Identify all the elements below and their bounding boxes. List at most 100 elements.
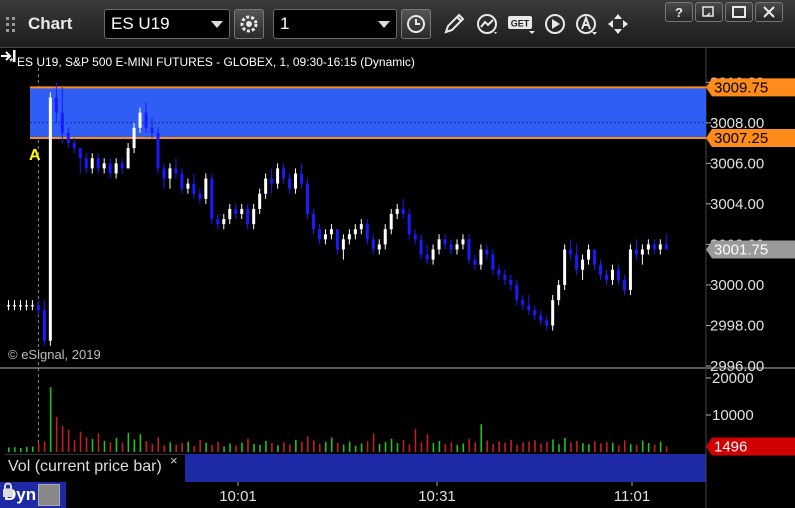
zone-high-tag: 3009.75 bbox=[706, 78, 795, 97]
candle-body bbox=[7, 305, 10, 307]
candle-body bbox=[610, 269, 614, 280]
candle-body bbox=[72, 143, 76, 149]
candle-body bbox=[246, 208, 250, 225]
candle-body bbox=[557, 284, 561, 301]
candle bbox=[449, 239, 453, 255]
candle bbox=[634, 239, 638, 260]
volume-bar bbox=[19, 447, 22, 452]
candle bbox=[593, 249, 597, 270]
volume-bar bbox=[486, 440, 488, 452]
candle-body bbox=[491, 254, 495, 270]
studies-button[interactable] bbox=[473, 10, 501, 38]
zone-layer: A bbox=[29, 86, 706, 164]
candle bbox=[419, 234, 423, 260]
grip-icon[interactable] bbox=[4, 14, 24, 34]
candle bbox=[628, 244, 632, 296]
candle-body bbox=[306, 183, 309, 214]
candle-body bbox=[664, 244, 668, 250]
candle-body bbox=[539, 315, 543, 321]
candle bbox=[365, 219, 369, 245]
candle bbox=[306, 178, 309, 220]
candle bbox=[497, 264, 501, 280]
candle bbox=[204, 173, 208, 204]
time-tick-label: 10:31 bbox=[418, 488, 456, 505]
candle-body bbox=[317, 229, 321, 240]
candle-body bbox=[413, 234, 417, 240]
volume-bar bbox=[79, 431, 82, 452]
volume-bar bbox=[492, 443, 494, 452]
candle bbox=[210, 173, 214, 225]
replay-button[interactable] bbox=[541, 10, 569, 38]
volume-bar bbox=[456, 444, 459, 452]
drawing-tools-button[interactable] bbox=[440, 10, 468, 38]
candle bbox=[126, 143, 130, 169]
volume-bar bbox=[13, 447, 16, 452]
candle bbox=[30, 300, 34, 311]
candle bbox=[198, 188, 202, 204]
link-button[interactable] bbox=[604, 10, 632, 38]
candle bbox=[515, 279, 519, 306]
candle-body bbox=[329, 229, 333, 235]
candle bbox=[622, 274, 626, 296]
symbol-dropdown[interactable]: ES U19 bbox=[104, 9, 230, 39]
candle bbox=[503, 269, 507, 285]
volume-bar bbox=[121, 442, 124, 452]
candle-body bbox=[622, 279, 626, 290]
restore-button[interactable] bbox=[695, 2, 723, 22]
candle bbox=[521, 295, 525, 311]
volume-bar bbox=[301, 441, 303, 452]
volume-bar bbox=[588, 444, 590, 452]
candle bbox=[455, 239, 459, 255]
close-button[interactable] bbox=[755, 2, 783, 22]
candle-body bbox=[479, 249, 483, 265]
help-button[interactable]: ? bbox=[665, 2, 693, 22]
candle bbox=[222, 214, 226, 230]
price-volume-chart[interactable]: A 3010.003008.003006.003004.003002.00300… bbox=[0, 48, 795, 508]
interval-dropdown[interactable]: 1 bbox=[273, 9, 397, 39]
volume-bar bbox=[498, 441, 500, 452]
candle-body bbox=[300, 173, 304, 184]
candle bbox=[18, 300, 22, 311]
volume-bar bbox=[151, 443, 154, 452]
volume-bar bbox=[163, 445, 166, 452]
candle bbox=[610, 264, 614, 285]
interval-value: 1 bbox=[280, 14, 290, 33]
volume-bar bbox=[384, 442, 387, 452]
volume-study-label[interactable]: Vol (current price bar) bbox=[5, 454, 185, 480]
chart-area[interactable]: A 3010.003008.003006.003004.003002.00300… bbox=[0, 48, 795, 508]
volume-bar bbox=[145, 440, 148, 452]
settings-button[interactable] bbox=[234, 9, 264, 39]
volume-study-close-icon[interactable]: × bbox=[170, 453, 178, 468]
volume-bar bbox=[37, 443, 40, 452]
volume-bar bbox=[510, 439, 512, 452]
candle bbox=[646, 239, 650, 255]
get-data-button[interactable]: GET bbox=[506, 10, 538, 38]
dynamic-mode-button[interactable]: Dyn bbox=[0, 482, 66, 508]
candle bbox=[425, 244, 429, 265]
maximize-button[interactable] bbox=[725, 2, 753, 22]
volume-bar bbox=[444, 444, 447, 452]
candle-body bbox=[168, 168, 172, 179]
volume-bar bbox=[629, 444, 632, 452]
candle-body bbox=[383, 229, 387, 245]
candle-body bbox=[24, 305, 28, 307]
scroll-to-end-icon[interactable] bbox=[0, 48, 18, 64]
candle-body bbox=[425, 254, 429, 260]
candle-body bbox=[90, 158, 94, 169]
volume-bar bbox=[372, 433, 375, 452]
volume-bar bbox=[223, 446, 225, 452]
lock-button[interactable] bbox=[3, 482, 61, 506]
alerts-button[interactable] bbox=[572, 10, 600, 38]
candle bbox=[288, 173, 292, 194]
candle-body bbox=[240, 208, 244, 214]
time-template-button[interactable] bbox=[401, 9, 431, 39]
candle bbox=[557, 279, 561, 306]
candle-body bbox=[461, 239, 465, 245]
price-tick-label: 3006.00 bbox=[710, 155, 764, 172]
candle bbox=[270, 168, 274, 194]
volume-bar bbox=[103, 440, 106, 452]
volume-bar bbox=[85, 437, 88, 452]
candle-body bbox=[323, 234, 327, 240]
candle bbox=[407, 208, 411, 240]
candle-body bbox=[234, 208, 238, 214]
